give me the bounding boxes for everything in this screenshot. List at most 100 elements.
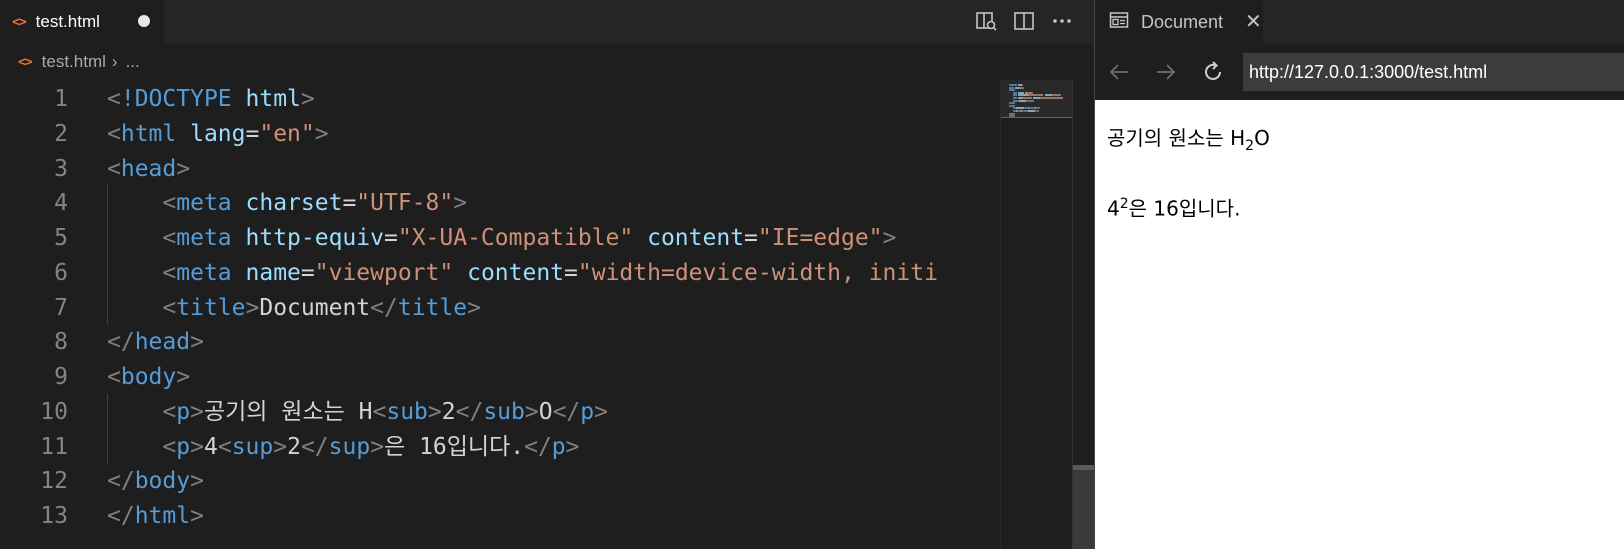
code-editor[interactable]: <> test.html <> test.html › ... 1 <!DOCTY… (0, 0, 1095, 549)
code-token: > (467, 294, 481, 321)
code-token: </ (455, 398, 484, 425)
code-token: meta (176, 190, 232, 217)
preview-page-icon (1109, 10, 1129, 34)
code-token: html (134, 503, 191, 529)
code-token: < (162, 294, 177, 321)
close-icon[interactable]: ✕ (1245, 9, 1262, 33)
code-token: O (538, 398, 553, 425)
code-line[interactable]: 4 <meta charset="UTF-8"> (0, 185, 1000, 221)
code-token: = (564, 259, 578, 286)
line-number: 11 (40, 433, 68, 460)
code-line[interactable]: 9 <body> (0, 359, 1000, 395)
line-number: 12 (40, 468, 68, 495)
paragraph-1: 공기의 원소는 H2O (1107, 126, 1270, 154)
code-token: < (107, 155, 121, 182)
code-token: "viewport" (314, 259, 454, 286)
code-token: body (120, 364, 177, 390)
code-token: title (176, 294, 246, 321)
forward-arrow-icon[interactable] (1152, 58, 1180, 86)
code-text: <!DOCTYPE html> (107, 81, 315, 117)
line-number: 5 (54, 225, 68, 251)
code-token: > (594, 398, 608, 425)
code-text: <title>Document</title> (107, 290, 481, 326)
split-editor-icon[interactable] (1012, 8, 1036, 34)
vertical-scrollbar[interactable] (1072, 80, 1095, 549)
code-token: </ (107, 329, 135, 356)
code-line[interactable]: 13 </html> (0, 498, 1000, 534)
browser-tab-bar: Document ✕ (1095, 0, 1624, 44)
scrollbar-track[interactable] (1073, 470, 1095, 549)
code-line[interactable]: 2 <html lang="en"> (0, 116, 1000, 152)
code-line[interactable]: 8 </head> (0, 324, 1000, 360)
code-token: > (245, 294, 260, 321)
code-token: 4 (203, 433, 218, 460)
paragraph-2: 42은 16입니다. (1107, 196, 1241, 221)
code-token: </ (300, 433, 329, 460)
more-actions-icon[interactable] (1050, 8, 1074, 34)
code-token: < (162, 398, 177, 425)
code-token: head (134, 329, 191, 356)
code-token: = (744, 225, 758, 251)
code-text: <p>공기의 원소는 H<sub>2</sub>O</p> (107, 394, 608, 430)
code-line[interactable]: 3 <head> (0, 151, 1000, 187)
code-token: "width=device-width, initi (577, 259, 938, 286)
code-line[interactable]: 5 <meta http-equiv="X-UA-Compatible" con… (0, 220, 1000, 256)
code-text: </head> (107, 324, 204, 360)
code-token: sub (386, 398, 428, 425)
code-token: < (217, 433, 232, 460)
code-token: < (107, 364, 121, 390)
code-token: < (162, 225, 177, 251)
back-arrow-icon[interactable] (1105, 58, 1133, 86)
code-line[interactable]: 7 <title>Document</title> (0, 290, 1000, 326)
code-token: = (383, 225, 398, 251)
code-token: < (162, 190, 177, 217)
minimap-viewport[interactable] (1001, 80, 1073, 118)
code-token: > (370, 433, 385, 460)
open-preview-icon[interactable] (974, 8, 998, 34)
code-token: name (245, 259, 301, 286)
code-line[interactable]: 1 <!DOCTYPE html> (0, 81, 1000, 117)
code-token: </ (370, 294, 398, 321)
breadcrumb-file[interactable]: test.html (42, 52, 106, 72)
code-token: "UTF-8" (356, 190, 454, 217)
code-token: charset (245, 190, 343, 217)
code-token: > (427, 398, 442, 425)
code-token: > (524, 398, 539, 425)
code-line[interactable]: 10 <p>공기의 원소는 H<sub>2</sub>O</p> (0, 394, 1000, 430)
code-line[interactable]: 6 <meta name="viewport" content="width=d… (0, 255, 1000, 291)
code-token: </ (524, 433, 552, 460)
code-token: < (107, 86, 121, 112)
code-token: meta (176, 259, 232, 286)
browser-preview[interactable]: Document ✕ http://127.0.0.1:3000/test.ht… (1094, 0, 1624, 549)
breadcrumb-more[interactable]: ... (126, 52, 140, 72)
url-input[interactable]: http://127.0.0.1:3000/test.html (1243, 53, 1624, 91)
code-token: < (162, 259, 177, 286)
unsaved-dot-icon[interactable] (138, 15, 150, 27)
code-token: !DOCTYPE (120, 86, 232, 112)
code-token: http-equiv (245, 225, 384, 251)
reload-icon[interactable] (1199, 58, 1227, 86)
browser-tab-document[interactable]: Document ✕ (1095, 0, 1263, 44)
line-number: 3 (54, 155, 68, 182)
code-text: </html> (107, 498, 204, 534)
rendered-page: 공기의 원소는 H2O 42은 16입니다. (1095, 100, 1624, 549)
code-token: </ (107, 503, 135, 529)
code-token: > (176, 155, 191, 182)
editor-tab-test-html[interactable]: <> test.html (0, 0, 164, 44)
line-number: 1 (54, 86, 68, 112)
code-area[interactable]: 1 <!DOCTYPE html> 2 <html lang="en"> 3 <head>… (0, 80, 1000, 549)
code-text: <p>4<sup>2</sup>은 16입니다.</p> (107, 429, 579, 465)
code-line[interactable]: 12 </body> (0, 463, 1000, 499)
breadcrumb[interactable]: <> test.html › ... (0, 44, 1094, 80)
code-token: sup (328, 433, 371, 460)
minimap[interactable] (1000, 80, 1073, 549)
code-line[interactable]: 11 <p>4<sup>2</sup>은 16입니다.</p> (0, 429, 1000, 465)
code-token: meta (176, 225, 232, 251)
code-token: 2 (441, 398, 456, 425)
code-token: sup (231, 433, 274, 460)
browser-tab-label: Document (1141, 11, 1224, 32)
